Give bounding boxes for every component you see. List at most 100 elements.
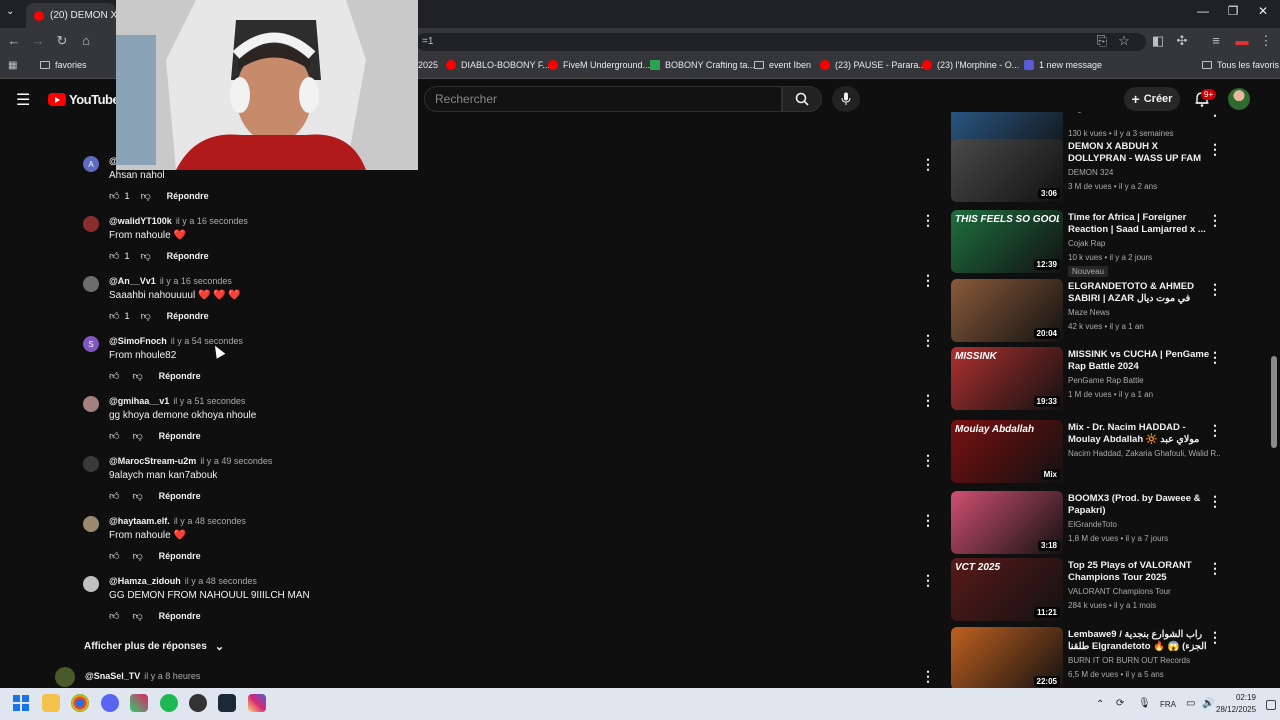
bookmark-star-icon[interactable]: ☆: [1116, 33, 1132, 49]
reply-button[interactable]: Répondre: [159, 371, 201, 381]
video-thumbnail[interactable]: 3:18: [951, 491, 1063, 554]
more-options-icon[interactable]: ⋮: [921, 512, 935, 529]
instagram-icon[interactable]: [248, 694, 266, 712]
avatar[interactable]: [83, 456, 99, 472]
channel-name[interactable]: PenGame Rap Battle: [1068, 376, 1220, 385]
notification-center-icon[interactable]: [1266, 700, 1276, 710]
bookmark-item[interactable]: FiveM Underground...: [548, 60, 650, 70]
volume-icon[interactable]: 🔊: [1202, 698, 1214, 709]
reply-button[interactable]: Répondre: [159, 551, 201, 561]
video-title[interactable]: ELGRANDETOTO & AHMED SABIRI | AZAR في مو…: [1068, 281, 1210, 305]
like-icon[interactable]: 👍︎: [109, 310, 119, 322]
hamburger-menu-icon[interactable]: ☰: [16, 90, 30, 110]
more-options-icon[interactable]: ⋮: [921, 572, 935, 589]
channel-name[interactable]: BURN IT OR BURN OUT Records: [1068, 656, 1220, 665]
comment-author[interactable]: @gmihaa__v1: [109, 396, 169, 406]
sidebar-video-item[interactable]: Moulay Abdallah Mix Mix - Dr. Nacim HADD…: [950, 420, 1270, 486]
more-options-icon[interactable]: ⋮: [921, 156, 935, 173]
video-thumbnail[interactable]: 3:06: [951, 139, 1063, 202]
sync-icon[interactable]: ⟳: [1116, 698, 1124, 709]
like-icon[interactable]: 👍︎: [109, 610, 119, 622]
like-icon[interactable]: 👍︎: [109, 370, 119, 382]
bookmark-item[interactable]: event Iben: [754, 60, 811, 70]
extension-icon[interactable]: ◧: [1150, 33, 1166, 49]
video-title[interactable]: ـصابة دولية: [1068, 112, 1210, 114]
dislike-icon[interactable]: 👎︎: [140, 250, 150, 262]
more-options-icon[interactable]: ⋮: [1208, 349, 1222, 366]
video-thumbnail[interactable]: VCT 2025 11:21: [951, 558, 1063, 621]
more-options-icon[interactable]: ⋮: [1208, 422, 1222, 439]
sidebar-video-item[interactable]: VCT 2025 11:21 Top 25 Plays of VALORANT …: [950, 558, 1270, 624]
dislike-icon[interactable]: 👎︎: [132, 610, 142, 622]
sidebar-video-item[interactable]: MISSINK 19:33 MISSINK vs CUCHA | PenGame…: [950, 347, 1270, 413]
reply-button[interactable]: Répondre: [159, 491, 201, 501]
avatar[interactable]: [55, 667, 75, 687]
reply-button[interactable]: Répondre: [167, 251, 209, 261]
close-icon[interactable]: ✕: [1248, 4, 1278, 18]
avatar[interactable]: [83, 576, 99, 592]
bookmark-item[interactable]: (23) PAUSE - Parara...: [820, 60, 926, 70]
sidebar-video-item[interactable]: 3:18 BOOMX3 (Prod. by Daweee & Papakri) …: [950, 491, 1270, 557]
video-title[interactable]: Top 25 Plays of VALORANT Champions Tour …: [1068, 560, 1210, 584]
file-explorer-icon[interactable]: [42, 694, 60, 712]
sidebar-video-item[interactable]: 22:05 Lembawe9 راب الشوارع بنجدية / طلقن…: [950, 627, 1270, 688]
like-icon[interactable]: 👍︎: [109, 430, 119, 442]
forward-icon[interactable]: →: [30, 33, 46, 48]
minimize-icon[interactable]: —: [1188, 4, 1218, 18]
youtube-logo[interactable]: YouTube: [48, 92, 120, 107]
more-options-icon[interactable]: ⋮: [921, 272, 935, 289]
clock-time[interactable]: 02:19: [1220, 693, 1256, 702]
channel-name[interactable]: Cojak Rap: [1068, 239, 1220, 248]
more-options-icon[interactable]: ⋮: [1208, 112, 1222, 119]
more-options-icon[interactable]: ⋮: [921, 332, 935, 349]
bookmark-item[interactable]: favories: [40, 60, 87, 70]
like-icon[interactable]: 👍︎: [109, 250, 119, 262]
avatar[interactable]: S: [83, 336, 99, 352]
dislike-icon[interactable]: 👎︎: [132, 370, 142, 382]
windows-start-icon[interactable]: [12, 694, 30, 712]
show-more-replies-button[interactable]: Afficher plus de réponses ⌄: [84, 640, 224, 653]
browser-tab-active[interactable]: (20) DEMON X BAB: [26, 3, 116, 28]
video-thumbnail[interactable]: THIS FEELS SO GOOD 12:39: [951, 210, 1063, 273]
sidebar-video-item[interactable]: 3:06 DEMON X ABDUH X DOLLYPRAN - WASS UP…: [950, 139, 1270, 205]
avatar[interactable]: [83, 276, 99, 292]
video-title[interactable]: MISSINK vs CUCHA | PenGame Rap Battle 20…: [1068, 349, 1210, 373]
capcut-icon[interactable]: [130, 694, 148, 712]
page-scrollbar[interactable]: [1271, 356, 1277, 448]
dislike-icon[interactable]: 👎︎: [140, 190, 150, 202]
profile-icon[interactable]: ▬: [1234, 33, 1250, 48]
like-icon[interactable]: 👍︎: [109, 550, 119, 562]
reload-icon[interactable]: ↻: [54, 33, 70, 49]
bookmark-item[interactable]: 2025: [418, 60, 438, 70]
more-options-icon[interactable]: ⋮: [921, 452, 935, 469]
more-options-icon[interactable]: ⋮: [1208, 141, 1222, 158]
channel-name[interactable]: Maze News: [1068, 308, 1220, 317]
restore-icon[interactable]: ❐: [1218, 4, 1248, 18]
video-title[interactable]: Lembawe9 راب الشوارع بنجدية / طلقنا Elgr…: [1068, 629, 1210, 653]
bookmark-item[interactable]: DIABLO-BOBONY F...: [446, 60, 550, 70]
address-bar[interactable]: =1: [416, 33, 1146, 51]
steam-icon[interactable]: [218, 694, 236, 712]
comment-author[interactable]: @haytaam.elf.: [109, 516, 170, 526]
avatar[interactable]: [83, 516, 99, 532]
video-thumbnail[interactable]: 20:04: [951, 279, 1063, 342]
search-input[interactable]: Rechercher: [424, 86, 782, 112]
chrome-icon[interactable]: [71, 694, 89, 712]
obs-icon[interactable]: [189, 694, 207, 712]
apps-grid-icon[interactable]: ▦: [8, 60, 17, 71]
create-button[interactable]: + Créer: [1124, 87, 1180, 111]
more-options-icon[interactable]: ⋮: [921, 212, 935, 229]
more-options-icon[interactable]: ⋮: [921, 668, 935, 685]
more-options-icon[interactable]: ⋮: [921, 392, 935, 409]
channel-name[interactable]: Nacim Haddad, Zakaria Ghafouli, Walid R.…: [1068, 449, 1220, 458]
puzzle-icon[interactable]: ✣: [1174, 33, 1190, 49]
comment-author[interactable]: @MarocStream-u2m: [109, 456, 196, 466]
sidebar-video-item[interactable]: 20:04 ELGRANDETOTO & AHMED SABIRI | AZAR…: [950, 279, 1270, 345]
video-title[interactable]: Mix - Dr. Nacim HADDAD - Moulay Abdallah…: [1068, 422, 1210, 446]
video-thumbnail[interactable]: MISSINK 19:33: [951, 347, 1063, 410]
like-icon[interactable]: 👍︎: [109, 190, 119, 202]
like-icon[interactable]: 👍︎: [109, 490, 119, 502]
video-title[interactable]: DEMON X ABDUH X DOLLYPRAN - WASS UP FAM …: [1068, 141, 1210, 165]
bookmark-item[interactable]: Tous les favoris: [1202, 60, 1279, 70]
reply-button[interactable]: Répondre: [159, 431, 201, 441]
